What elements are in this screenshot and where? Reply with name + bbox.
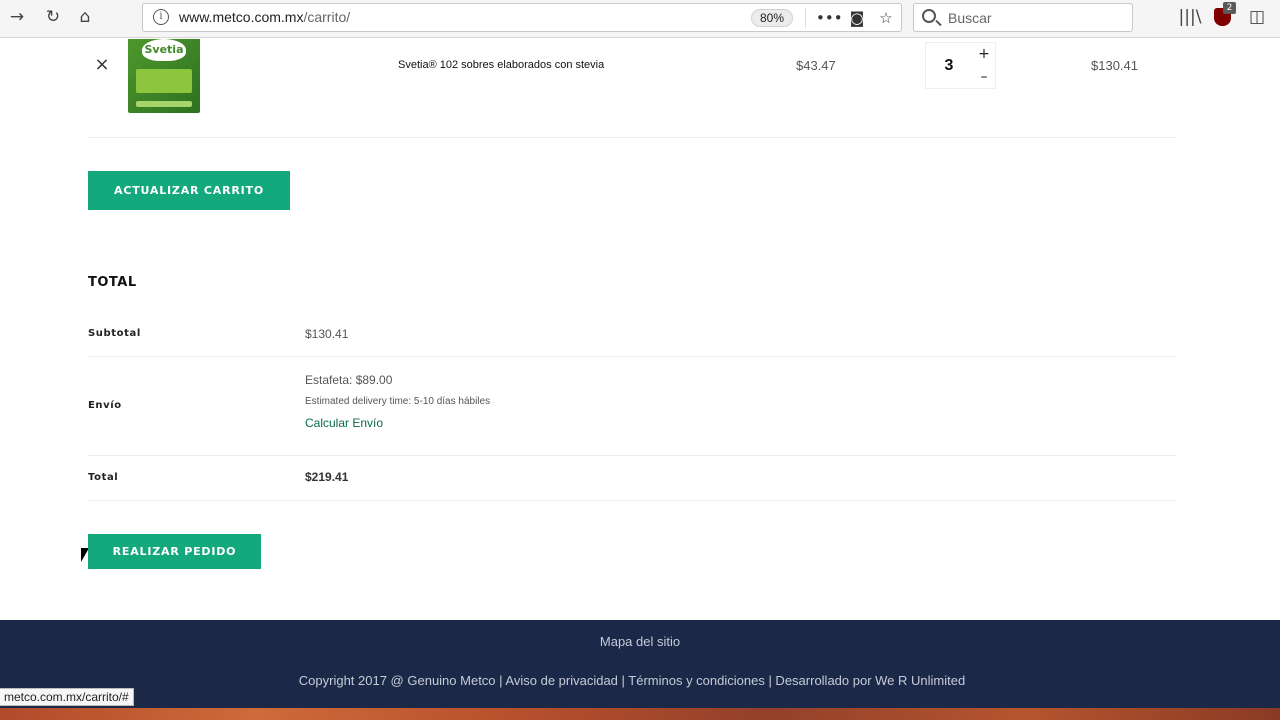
url-text[interactable]: www.metco.com.mx/carrito/ [179,9,350,25]
bookmark-star-icon[interactable]: ☆ [875,7,897,29]
package-footer [136,101,192,107]
ublock-extension-button[interactable]: 2 [1214,2,1236,28]
package-stripe [136,69,192,93]
quantity-stepper: 3 + – [925,42,996,89]
divider [88,356,1176,357]
divider [88,455,1176,456]
site-footer: Mapa del sitio Copyright 2017 @ Genuino … [0,620,1280,708]
product-logo: Svetia [142,39,186,61]
product-image[interactable]: Svetia [128,39,200,113]
divider [88,500,1176,501]
calculate-shipping-link[interactable]: Calcular Envío [305,416,383,430]
subtotal-label: Subtotal [88,328,141,339]
home-icon[interactable]: ⌂ [72,6,98,28]
divider [805,8,806,28]
product-name-link[interactable]: Svetia® 102 sobres elaborados con stevia [398,59,604,71]
link-status-bar: metco.com.mx/carrito/# [0,688,134,706]
url-path: /carrito/ [303,9,351,25]
search-icon [922,9,936,23]
sidebar-icon[interactable]: ◫ [1244,6,1270,28]
os-dock [0,708,1280,720]
forward-arrow-icon[interactable]: → [4,6,30,28]
remove-item-icon[interactable]: × [94,56,110,74]
shipping-label: Envío [88,400,122,411]
delivery-time: Estimated delivery time: 5-10 días hábil… [305,396,491,407]
extension-badge: 2 [1223,2,1236,14]
place-order-button[interactable]: REALIZAR PEDIDO [88,534,261,569]
zoom-indicator[interactable]: 80% [751,9,793,27]
quantity-increase-button[interactable]: + [972,43,996,65]
quantity-decrease-button[interactable]: – [972,66,996,88]
pocket-icon[interactable]: ◙ [846,7,868,29]
page-actions-icon[interactable]: ••• [816,7,843,29]
totals-heading: TOTAL [88,275,137,290]
divider [88,137,1176,138]
browser-toolbar: → ↻ ⌂ i www.metco.com.mx/carrito/ 80% ••… [0,0,1280,38]
shipping-method: Estafeta: $89.00 [305,373,393,387]
footer-copyright: Copyright 2017 @ Genuino Metco | Aviso d… [298,673,966,688]
product-subtotal: $130.41 [1091,58,1138,73]
reload-icon[interactable]: ↻ [40,6,66,28]
address-bar[interactable]: i www.metco.com.mx/carrito/ 80% ••• ◙ ☆ [142,3,902,32]
subtotal-value: $130.41 [305,327,349,341]
site-info-icon[interactable]: i [153,9,169,25]
search-box[interactable]: Buscar [913,3,1133,32]
search-placeholder: Buscar [948,10,992,26]
product-price: $43.47 [796,58,836,73]
update-cart-button[interactable]: ACTUALIZAR CARRITO [88,171,290,210]
sitemap-link[interactable]: Mapa del sitio [0,634,1280,649]
library-icon[interactable]: |||\ [1177,6,1203,28]
cart-page: × Svetia Svetia® 102 sobres elaborados c… [0,39,1280,619]
quantity-input[interactable]: 3 [926,43,972,88]
total-label: Total [88,472,119,483]
total-value: $219.41 [305,470,349,484]
url-host: www.metco.com.mx [179,9,304,25]
